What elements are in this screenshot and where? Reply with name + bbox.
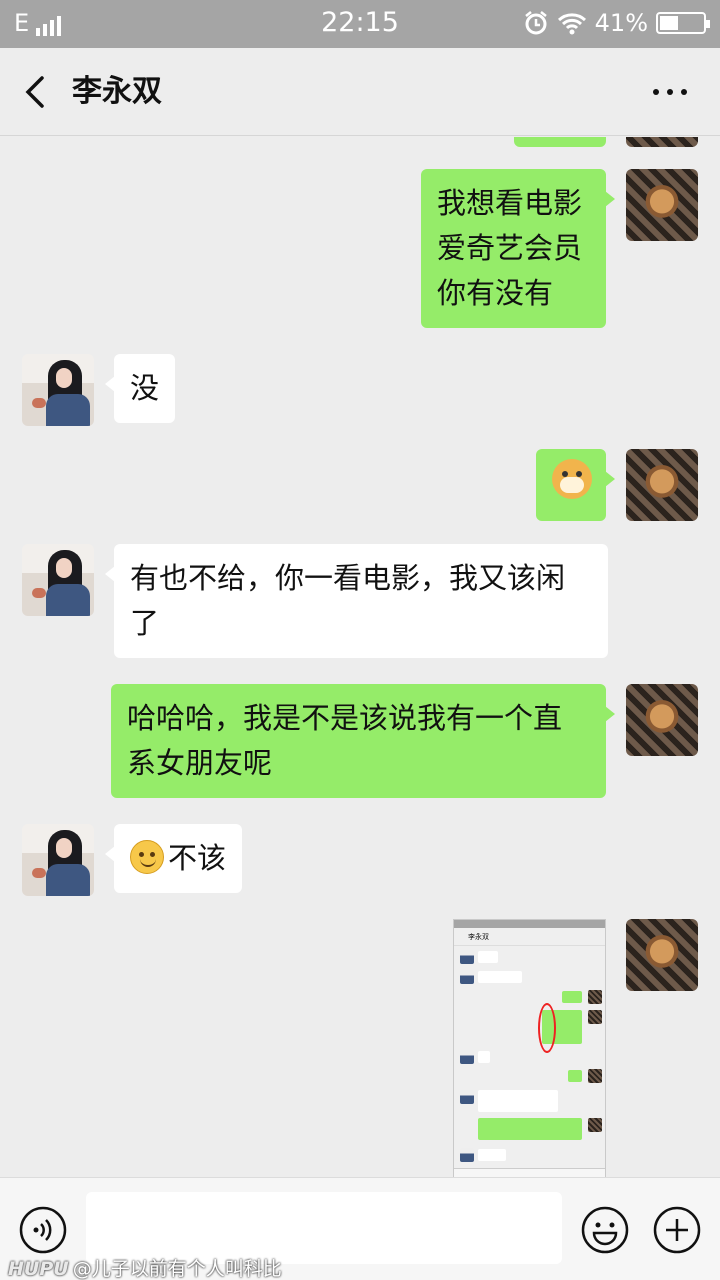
alarm-icon bbox=[524, 11, 547, 35]
message-bubble-outgoing[interactable] bbox=[536, 449, 615, 521]
voice-icon[interactable] bbox=[18, 1205, 68, 1255]
contact-avatar[interactable] bbox=[22, 354, 94, 426]
more-dots-icon[interactable] bbox=[650, 76, 690, 108]
message-text-line: 你有没有 bbox=[437, 276, 554, 310]
smile-emoji bbox=[130, 840, 164, 874]
my-avatar[interactable] bbox=[626, 684, 698, 756]
message-text: 不该 bbox=[168, 841, 227, 875]
message-bubble-outgoing[interactable]: 哈哈哈，我是不是该说我有一个直系女朋友呢 bbox=[111, 684, 615, 798]
watermark-text: @儿子以前有个人叫科比 bbox=[72, 1258, 282, 1280]
message-bubble-partial bbox=[514, 137, 606, 147]
message-text: 没 bbox=[130, 371, 160, 405]
message-bubble-incoming[interactable]: 没 bbox=[104, 354, 176, 423]
message-text-line: 爱奇艺会员 bbox=[437, 231, 583, 265]
message-text: 哈哈哈，我是不是该说我有一个直系女朋友呢 bbox=[127, 701, 563, 780]
message-text-line: 我想看电影 bbox=[437, 186, 583, 220]
battery-percent: 41% bbox=[594, 9, 648, 37]
chevron-left-icon[interactable] bbox=[20, 70, 60, 114]
doge-emoji bbox=[552, 459, 592, 499]
message-text: 有也不给，你一看电影，我又该闲了 bbox=[130, 561, 566, 640]
status-bar: E 22:15 41% bbox=[0, 0, 720, 48]
screenshot-title: 李永双 bbox=[454, 928, 605, 946]
message-bubble-outgoing[interactable]: 我想看电影 爱奇艺会员 你有没有 bbox=[421, 169, 615, 328]
message-bubble-incoming[interactable]: 有也不给，你一看电影，我又该闲了 bbox=[105, 544, 608, 658]
battery-icon bbox=[656, 12, 710, 34]
watermark-brand: HUPU bbox=[8, 1258, 69, 1280]
chat-title: 李永双 bbox=[72, 74, 162, 109]
contact-avatar[interactable] bbox=[22, 544, 94, 616]
my-avatar[interactable] bbox=[626, 137, 698, 147]
message-bubble-incoming[interactable]: 不该 bbox=[104, 824, 243, 893]
plus-icon[interactable] bbox=[652, 1205, 702, 1255]
emoji-icon[interactable] bbox=[580, 1205, 630, 1255]
my-avatar[interactable] bbox=[626, 919, 698, 991]
my-avatar[interactable] bbox=[626, 449, 698, 521]
chat-screenshot-image[interactable]: 李永双 bbox=[453, 919, 606, 1177]
message-list[interactable]: 我想看电影 爱奇艺会员 你有没有 没 有也不给，你一看电影，我又该闲了 哈哈哈，… bbox=[0, 137, 720, 1177]
contact-avatar[interactable] bbox=[22, 824, 94, 896]
chat-header: 李永双 bbox=[0, 48, 720, 136]
watermark: HUPU @儿子以前有个人叫科比 bbox=[8, 1254, 282, 1280]
wifi-icon bbox=[557, 13, 586, 35]
my-avatar[interactable] bbox=[626, 169, 698, 241]
